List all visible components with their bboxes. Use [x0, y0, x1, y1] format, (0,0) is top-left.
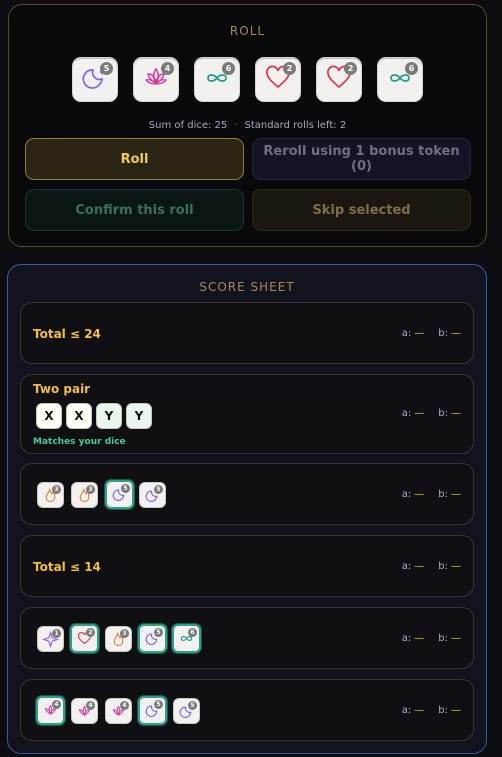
pattern-die-x: X: [36, 403, 62, 429]
score-row-total-24[interactable]: Total ≤ 24 a: — b: —: [20, 302, 474, 364]
die-count-badge: 6: [222, 62, 235, 75]
die-count-badge: 5: [100, 62, 113, 75]
score-a: a: —: [401, 408, 425, 419]
row-label: Total ≤ 24: [33, 327, 101, 341]
row-label: Two pair: [33, 382, 91, 396]
skip-selected-button[interactable]: Skip selected: [252, 189, 471, 231]
score-a: a: —: [401, 328, 425, 339]
pattern-die-y: Y: [96, 403, 122, 429]
score-a: a: —: [401, 633, 425, 644]
die-count-badge: 4: [161, 62, 174, 75]
score-b: b: —: [438, 633, 461, 644]
die-4[interactable]: 2: [255, 57, 301, 102]
mini-die: 5: [139, 482, 166, 508]
score-b: b: —: [438, 408, 461, 419]
score-b: b: —: [438, 561, 461, 572]
die-count-badge: 2: [344, 62, 357, 75]
score-b: b: —: [438, 705, 461, 716]
score-b: b: —: [438, 328, 461, 339]
mini-die: 5: [173, 698, 200, 724]
roll-button[interactable]: Roll: [25, 138, 244, 180]
die-count-badge: 6: [405, 62, 418, 75]
die-3[interactable]: 6: [194, 57, 240, 102]
score-sheet-title: SCORE SHEET: [199, 280, 295, 294]
score-sheet: SCORE SHEET Total ≤ 24 a: — b: — Two pair …: [7, 264, 487, 754]
score-a: a: —: [401, 489, 425, 500]
mini-die: 4: [105, 698, 132, 724]
die-5[interactable]: 2: [316, 57, 362, 102]
score-b: b: —: [438, 489, 461, 500]
reroll-bonus-button[interactable]: Reroll using 1 bonus token (0): [252, 138, 471, 180]
mini-die: 1: [37, 626, 64, 652]
mini-die-matched: 5: [138, 696, 167, 725]
row-label: Total ≤ 14: [33, 560, 101, 574]
mini-die-matched: 5: [105, 480, 134, 509]
score-row-dice-3[interactable]: 3 3 5 5 a: — b: —: [20, 463, 474, 525]
separator-dot: ·: [234, 120, 238, 131]
die-count-badge: 2: [283, 62, 296, 75]
mini-die: 4: [71, 698, 98, 724]
mini-die: 3: [71, 482, 98, 508]
mini-die-matched: 6: [172, 624, 201, 653]
score-row-two-pair[interactable]: Two pair X X Y Y Matches your dice a: — b…: [20, 374, 474, 454]
mini-die-matched: 4: [36, 696, 65, 725]
score-a: a: —: [401, 705, 425, 716]
row-scores: a: — b: —: [402, 408, 461, 419]
mini-die-matched: 2: [70, 624, 99, 653]
roll-title: ROLL: [229, 24, 266, 38]
mini-die-matched: 5: [138, 624, 167, 653]
match-indicator: Matches your dice: [33, 437, 126, 447]
score-a: a: —: [401, 561, 425, 572]
row-scores: a: — b: —: [402, 705, 461, 716]
rolls-left: Standard rolls left: 2: [244, 120, 347, 131]
row-scores: a: — b: —: [402, 328, 461, 339]
score-row-dice-6[interactable]: 4 4 4 5 5 a: — b: —: [20, 679, 474, 741]
score-row-dice-5[interactable]: 1 2 3 5 6 a: — b: —: [20, 607, 474, 669]
row-scores: a: — b: —: [402, 633, 461, 644]
dice-row: 5 4 6 2 2 6: [9, 57, 486, 102]
roll-panel: ROLL 5 4 6 2 2 6 Sum of dice: 25 · Stand…: [8, 4, 487, 247]
die-2[interactable]: 4: [133, 57, 179, 102]
score-row-total-14[interactable]: Total ≤ 14 a: — b: —: [20, 535, 474, 597]
die-1[interactable]: 5: [72, 57, 118, 102]
row-scores: a: — b: —: [402, 561, 461, 572]
row-scores: a: — b: —: [402, 489, 461, 500]
mini-die: 3: [105, 626, 132, 652]
mini-die: 3: [37, 482, 64, 508]
pattern-die-x: X: [66, 403, 92, 429]
confirm-roll-button[interactable]: Confirm this roll: [25, 189, 244, 231]
die-6[interactable]: 6: [377, 57, 423, 102]
dice-sum: Sum of dice: 25: [148, 120, 228, 131]
roll-info: Sum of dice: 25 · Standard rolls left: 2: [9, 120, 486, 131]
pattern-die-y: Y: [126, 403, 152, 429]
